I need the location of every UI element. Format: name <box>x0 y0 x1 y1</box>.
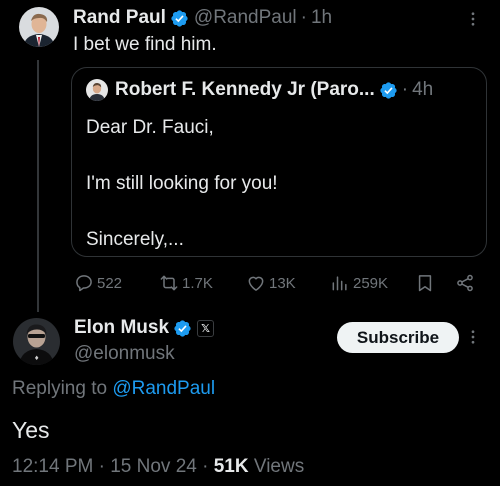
svg-text:♦: ♦ <box>34 355 39 362</box>
reply-icon <box>76 275 92 292</box>
views-button[interactable]: 259K <box>330 270 388 296</box>
reply-author-name[interactable]: Elon Musk <box>74 317 169 339</box>
author-name[interactable]: Rand Paul <box>73 7 166 29</box>
separator-dot: · <box>202 456 214 477</box>
reply-count: 522 <box>97 274 123 292</box>
view-count: 259K <box>353 274 389 292</box>
quoted-tweet-time: 4h <box>412 79 434 100</box>
like-count: 13K <box>269 274 296 292</box>
separator-dot: · <box>98 456 111 477</box>
reply-header: Elon Musk 𝕏 <box>74 316 215 340</box>
more-options-icon[interactable] <box>464 328 482 346</box>
repost-icon <box>160 275 178 291</box>
post-time[interactable]: 12:14 PM <box>12 456 93 477</box>
share-icon <box>457 274 473 292</box>
heart-icon <box>248 276 264 291</box>
reply-button[interactable]: 522 <box>74 270 122 296</box>
affiliate-badge-icon[interactable]: 𝕏 <box>197 319 215 337</box>
more-options-icon[interactable] <box>464 10 482 28</box>
tweet-time[interactable]: 1h <box>311 7 332 29</box>
tweet-metadata: 12:14 PM · 15 Nov 24 · 51K Views <box>12 456 304 478</box>
analytics-icon <box>332 276 347 291</box>
views-label: Views <box>253 456 305 477</box>
verified-badge-icon <box>380 81 397 99</box>
avatar-elon-musk[interactable]: ♦ <box>13 318 60 365</box>
views-count: 51K <box>213 456 249 477</box>
quoted-tweet-card[interactable]: Robert F. Kennedy Jr (Paro... · 4h Dear … <box>71 67 487 257</box>
tweet-action-bar: 522 1.7K 13K 259K <box>0 270 500 296</box>
verified-badge-icon <box>171 9 188 27</box>
replying-to-line: Replying to @RandPaul <box>12 378 215 400</box>
separator-dot: · <box>401 79 409 100</box>
replying-to-prefix: Replying to <box>12 378 108 399</box>
quoted-tweet-header: Robert F. Kennedy Jr (Paro... · 4h <box>86 78 433 102</box>
avatar-rand-paul[interactable] <box>19 7 59 47</box>
avatar-rfk-jr <box>86 79 108 101</box>
reply-author-handle[interactable]: @elonmusk <box>74 343 175 365</box>
replying-to-mention[interactable]: @RandPaul <box>112 378 215 399</box>
quoted-tweet-text: Dear Dr. Fauci, I'm still looking for yo… <box>86 117 278 250</box>
tweet-text: I bet we find him. <box>73 34 217 55</box>
repost-button[interactable]: 1.7K <box>159 270 213 296</box>
verified-badge-icon <box>174 319 191 337</box>
reply-text: Yes <box>12 417 50 443</box>
tweet-header: Rand Paul @RandPaul · 1h <box>73 6 332 30</box>
quoted-author-name[interactable]: Robert F. Kennedy Jr (Paro... <box>115 79 375 101</box>
bookmark-button[interactable] <box>415 270 438 296</box>
bookmark-icon <box>418 275 432 292</box>
post-date[interactable]: 15 Nov 24 <box>110 456 197 477</box>
separator-dot: · <box>300 7 307 28</box>
like-button[interactable]: 13K <box>246 270 296 296</box>
share-button[interactable] <box>455 270 478 296</box>
author-handle[interactable]: @RandPaul <box>194 7 297 29</box>
subscribe-button[interactable]: Subscribe <box>337 322 459 353</box>
repost-count: 1.7K <box>182 274 213 292</box>
